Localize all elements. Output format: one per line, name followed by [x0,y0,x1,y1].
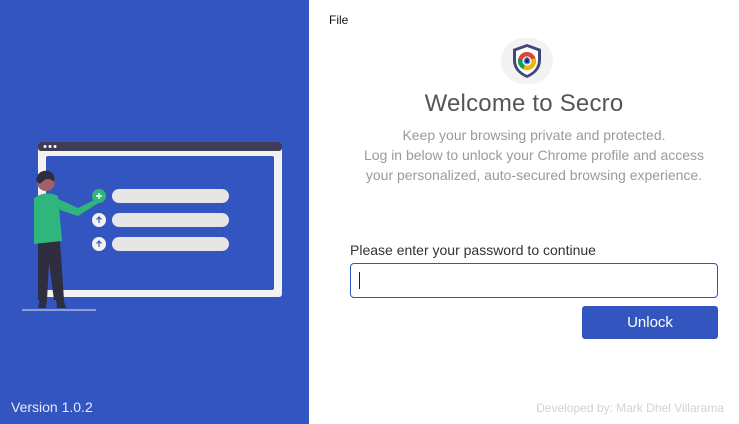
version-label: Version 1.0.2 [11,399,93,415]
password-input[interactable] [350,263,718,298]
list-bar [112,237,229,251]
subtitle-line: Keep your browsing private and protected… [402,127,666,143]
developer-credit: Developed by: Mark Dhel Villarama [536,401,724,415]
list-bar [112,189,229,203]
password-prompt: Please enter your password to continue [350,242,596,258]
login-panel: File Welcome to Secro Keep your browsing… [309,0,739,424]
page-title: Welcome to Secro [424,90,624,117]
window-titlebar [38,142,282,151]
shield-chrome-icon [513,44,541,78]
page-subtitle: Keep your browsing private and protected… [329,125,739,185]
app-logo [501,38,553,84]
unlock-button[interactable]: Unlock [582,306,718,339]
left-panel: Version 1.0.2 [0,0,309,424]
person-presenting-list-illustration [22,142,282,311]
subtitle-line: Log in below to unlock your Chrome profi… [363,147,705,163]
subtitle-line: your personalized, auto-secured browsing… [365,167,703,183]
list-bar [112,213,229,227]
text-caret [359,272,360,289]
menu-file[interactable]: File [327,12,350,28]
